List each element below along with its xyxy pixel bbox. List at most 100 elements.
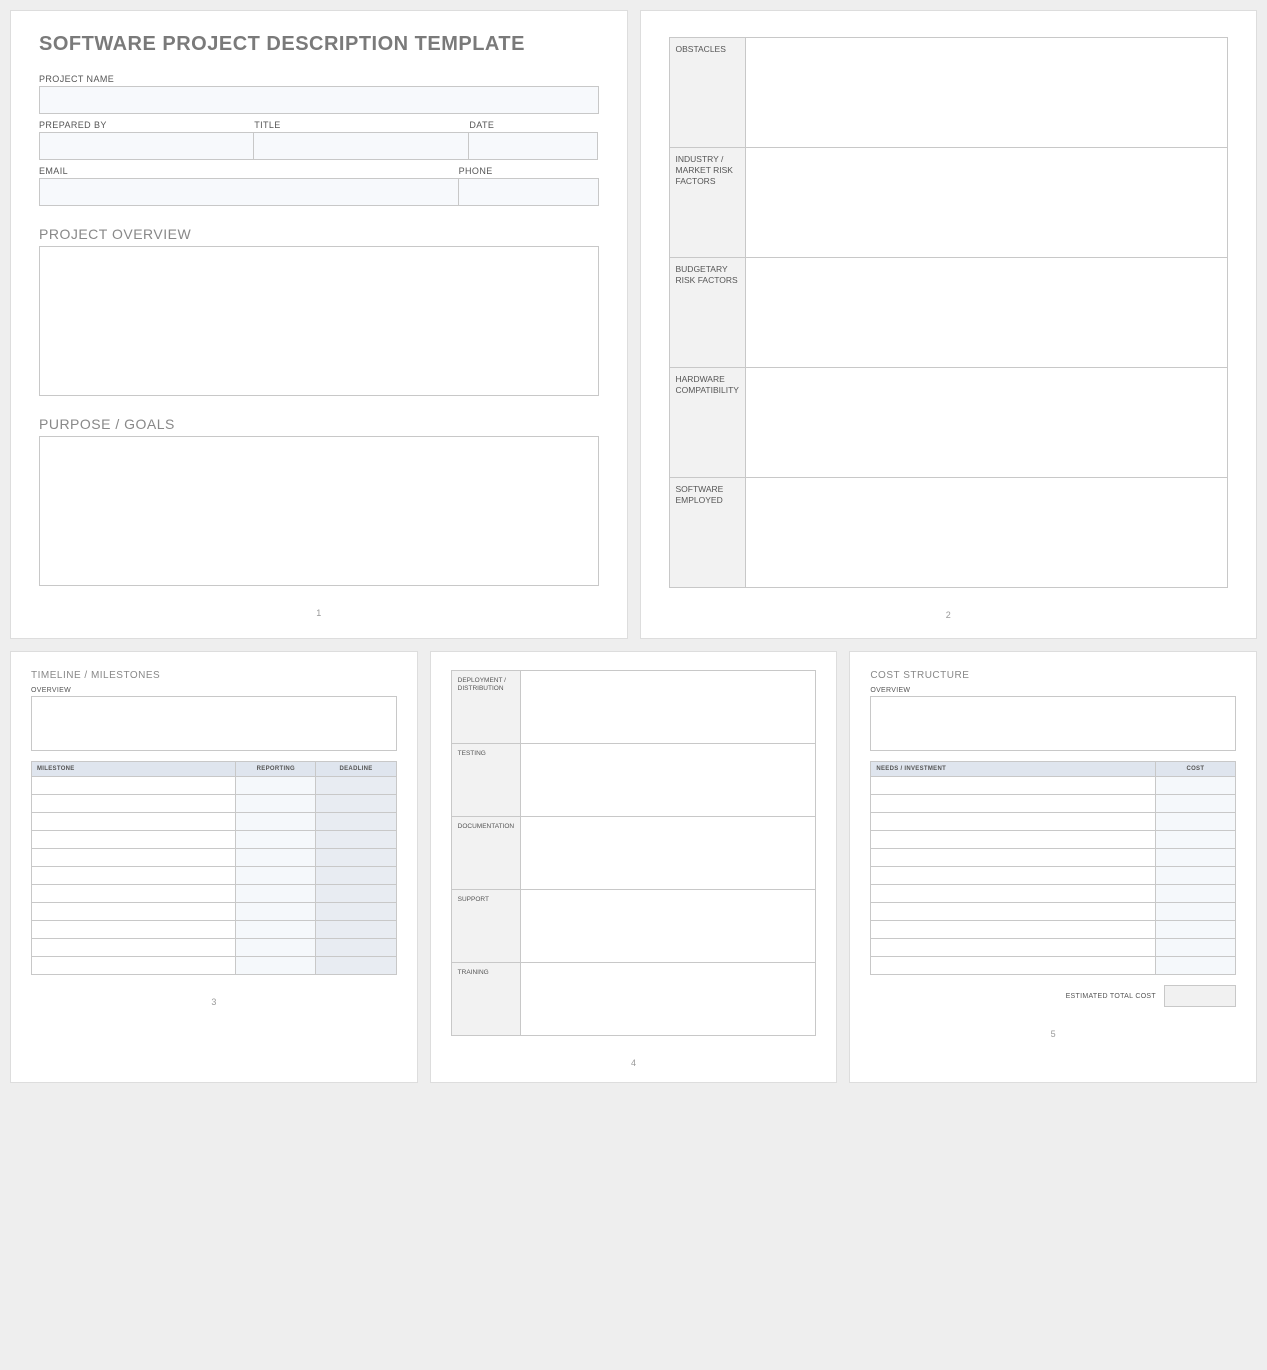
milestone-cell[interactable]	[32, 885, 236, 903]
email-label: EMAIL	[39, 166, 459, 176]
page-4: DEPLOYMENT / DISTRIBUTION TESTING DOCUME…	[430, 651, 838, 1083]
cost-cell[interactable]	[1155, 921, 1235, 939]
cost-cell[interactable]	[1155, 849, 1235, 867]
deadline-cell[interactable]	[316, 849, 396, 867]
milestone-cell[interactable]	[32, 921, 236, 939]
reporting-cell[interactable]	[236, 867, 316, 885]
software-employed-input[interactable]	[745, 478, 1227, 588]
cost-cell[interactable]	[1155, 795, 1235, 813]
prepared-by-input[interactable]	[39, 132, 254, 160]
cost-structure-heading: COST STRUCTURE	[870, 670, 1236, 681]
support-input[interactable]	[521, 890, 816, 963]
deadline-cell[interactable]	[316, 795, 396, 813]
milestone-cell[interactable]	[32, 849, 236, 867]
need-cell[interactable]	[871, 849, 1155, 867]
need-cell[interactable]	[871, 921, 1155, 939]
testing-input[interactable]	[521, 744, 816, 817]
testing-label: TESTING	[451, 744, 520, 817]
reporting-cell[interactable]	[236, 849, 316, 867]
industry-market-risk-input[interactable]	[745, 148, 1227, 258]
cost-overview-input[interactable]	[870, 696, 1236, 751]
cost-cell[interactable]	[1155, 831, 1235, 849]
risk-factors-table: OBSTACLES INDUSTRY / MARKET RISK FACTORS…	[669, 37, 1229, 588]
deadline-cell[interactable]	[316, 867, 396, 885]
deadline-cell[interactable]	[316, 957, 396, 975]
budgetary-risk-input[interactable]	[745, 258, 1227, 368]
template-title: SOFTWARE PROJECT DESCRIPTION TEMPLATE	[39, 33, 599, 56]
need-cell[interactable]	[871, 939, 1155, 957]
deadline-cell[interactable]	[316, 903, 396, 921]
reporting-cell[interactable]	[236, 777, 316, 795]
hardware-compatibility-input[interactable]	[745, 368, 1227, 478]
deployment-distribution-input[interactable]	[521, 671, 816, 744]
table-row	[871, 885, 1236, 903]
cost-cell[interactable]	[1155, 813, 1235, 831]
documentation-input[interactable]	[521, 817, 816, 890]
reporting-cell[interactable]	[236, 813, 316, 831]
milestone-cell[interactable]	[32, 957, 236, 975]
reporting-cell[interactable]	[236, 957, 316, 975]
cost-cell[interactable]	[1155, 867, 1235, 885]
project-name-input[interactable]	[39, 86, 599, 114]
need-cell[interactable]	[871, 885, 1155, 903]
deadline-cell[interactable]	[316, 939, 396, 957]
project-overview-input[interactable]	[39, 246, 599, 396]
timeline-overview-input[interactable]	[31, 696, 397, 751]
need-cell[interactable]	[871, 867, 1155, 885]
deadline-col-header: DEADLINE	[316, 762, 396, 777]
milestone-cell[interactable]	[32, 777, 236, 795]
deadline-cell[interactable]	[316, 777, 396, 795]
table-row	[871, 849, 1236, 867]
table-row: SOFTWARE EMPLOYED	[669, 478, 1228, 588]
table-row	[871, 903, 1236, 921]
cost-cell[interactable]	[1155, 939, 1235, 957]
cost-cell[interactable]	[1155, 885, 1235, 903]
obstacles-label: OBSTACLES	[669, 38, 745, 148]
purpose-goals-heading: PURPOSE / GOALS	[39, 416, 599, 432]
table-row	[32, 885, 397, 903]
need-cell[interactable]	[871, 777, 1155, 795]
email-input[interactable]	[39, 178, 459, 206]
obstacles-input[interactable]	[745, 38, 1227, 148]
need-cell[interactable]	[871, 795, 1155, 813]
cost-cell[interactable]	[1155, 777, 1235, 795]
page-number: 5	[870, 1029, 1236, 1039]
milestone-cell[interactable]	[32, 795, 236, 813]
milestone-col-header: MILESTONE	[32, 762, 236, 777]
title-input[interactable]	[254, 132, 469, 160]
reporting-cell[interactable]	[236, 939, 316, 957]
purpose-goals-input[interactable]	[39, 436, 599, 586]
reporting-cell[interactable]	[236, 885, 316, 903]
milestone-cell[interactable]	[32, 903, 236, 921]
need-cell[interactable]	[871, 813, 1155, 831]
phone-input[interactable]	[459, 178, 599, 206]
project-name-label: PROJECT NAME	[39, 74, 599, 84]
page-number: 4	[451, 1058, 817, 1068]
table-row	[871, 939, 1236, 957]
table-row: INDUSTRY / MARKET RISK FACTORS	[669, 148, 1228, 258]
deadline-cell[interactable]	[316, 921, 396, 939]
deadline-cell[interactable]	[316, 813, 396, 831]
table-row	[871, 957, 1236, 975]
need-cell[interactable]	[871, 957, 1155, 975]
reporting-cell[interactable]	[236, 921, 316, 939]
estimated-total-value[interactable]	[1164, 985, 1236, 1007]
overview-label: OVERVIEW	[870, 687, 1236, 694]
training-label: TRAINING	[451, 963, 520, 1036]
reporting-cell[interactable]	[236, 831, 316, 849]
deadline-cell[interactable]	[316, 831, 396, 849]
milestone-cell[interactable]	[32, 867, 236, 885]
training-input[interactable]	[521, 963, 816, 1036]
reporting-cell[interactable]	[236, 795, 316, 813]
need-cell[interactable]	[871, 903, 1155, 921]
need-cell[interactable]	[871, 831, 1155, 849]
milestone-cell[interactable]	[32, 813, 236, 831]
milestone-cell[interactable]	[32, 939, 236, 957]
cost-cell[interactable]	[1155, 957, 1235, 975]
budgetary-risk-label: BUDGETARY RISK FACTORS	[669, 258, 745, 368]
milestone-cell[interactable]	[32, 831, 236, 849]
cost-cell[interactable]	[1155, 903, 1235, 921]
date-input[interactable]	[469, 132, 598, 160]
deadline-cell[interactable]	[316, 885, 396, 903]
reporting-cell[interactable]	[236, 903, 316, 921]
